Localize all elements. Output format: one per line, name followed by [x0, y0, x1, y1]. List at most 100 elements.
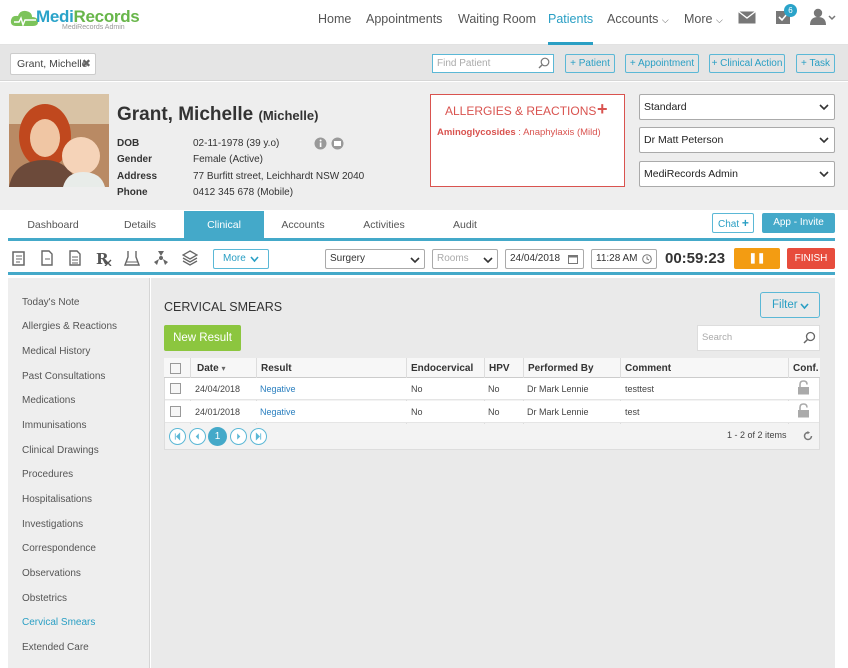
find-patient-placeholder: Find Patient	[437, 58, 491, 69]
dob-label: DOB	[117, 138, 140, 149]
tab-audit[interactable]: Audit	[427, 211, 503, 239]
nav-home[interactable]: Home	[318, 0, 351, 45]
date-picker[interactable]: 24/04/2018	[505, 249, 584, 269]
consult-timer: 00:59:23	[665, 250, 726, 267]
sidebar-item-immunisations[interactable]: Immunisations	[22, 420, 86, 431]
nav-accounts[interactable]: Accounts ⌵	[607, 0, 669, 45]
finish-button[interactable]: FINISH	[787, 248, 835, 269]
nav-patients[interactable]: Patients	[548, 0, 594, 45]
dob-value: 02-11-1978 (39 y.o)	[193, 138, 280, 149]
tab-clinical[interactable]: Clinical	[184, 211, 264, 239]
cell-hpv: No	[488, 384, 500, 394]
cell-endocervical: No	[411, 407, 423, 417]
billing-select[interactable]: Standard	[639, 94, 835, 120]
col-performed-by[interactable]: Performed By	[528, 363, 594, 374]
sidebar-item-medical-history[interactable]: Medical History	[22, 346, 90, 357]
sidebar-item-hospitalisations[interactable]: Hospitalisations	[22, 494, 92, 505]
refresh-icon[interactable]	[803, 431, 813, 441]
col-comment[interactable]: Comment	[625, 363, 671, 374]
radiology-icon[interactable]	[153, 250, 169, 266]
nav-waiting-room[interactable]: Waiting Room	[458, 0, 536, 45]
row-checkbox[interactable]	[170, 383, 181, 394]
patient-preferred-name: (Michelle)	[258, 108, 319, 123]
more-actions-label: More	[223, 253, 246, 264]
stack-icon[interactable]	[182, 250, 198, 266]
app-invite-button[interactable]: App - Invite	[762, 213, 835, 233]
doctor-select[interactable]: Dr Matt Peterson	[639, 127, 835, 153]
nav-more[interactable]: More ⌵	[684, 0, 723, 45]
add-task-button[interactable]: + Task	[796, 54, 835, 73]
close-icon[interactable]: ✖	[82, 54, 91, 74]
filter-button[interactable]: Filter	[760, 292, 820, 318]
chat-button[interactable]: Chat +	[712, 213, 754, 233]
tab-details[interactable]: Details	[102, 211, 178, 239]
add-clinical-action-button[interactable]: + Clinical Action	[709, 54, 785, 73]
sidebar-item-todays-note[interactable]: Today's Note	[22, 297, 80, 308]
notes-icon[interactable]	[11, 250, 27, 266]
cell-result-link[interactable]: Negative	[260, 407, 296, 417]
pathology-icon[interactable]	[124, 250, 140, 266]
row-checkbox[interactable]	[170, 406, 181, 417]
user-select[interactable]: MediRecords Admin	[639, 161, 835, 187]
document-edit-icon[interactable]	[39, 250, 55, 266]
calendar-icon[interactable]	[568, 254, 578, 264]
report-icon[interactable]	[67, 250, 83, 266]
more-actions-button[interactable]: More	[213, 249, 269, 269]
tab-activities[interactable]: Activities	[346, 211, 422, 239]
first-page-icon[interactable]	[169, 428, 186, 445]
sort-desc-icon: ▾	[221, 364, 226, 373]
lock-icon[interactable]	[797, 380, 810, 395]
sidebar-item-procedures[interactable]: Procedures	[22, 469, 73, 480]
next-page-icon[interactable]	[230, 428, 247, 445]
section-title: CERVICAL SMEARS	[164, 300, 283, 314]
tab-dashboard[interactable]: Dashboard	[9, 211, 97, 239]
col-date[interactable]: Date ▾	[197, 363, 225, 374]
sidebar-item-investigations[interactable]: Investigations	[22, 519, 83, 530]
col-endocervical[interactable]: Endocervical	[411, 363, 473, 374]
cell-performed-by: Dr Mark Lennie	[527, 384, 589, 394]
last-page-icon[interactable]	[250, 428, 267, 445]
clock-icon[interactable]	[642, 254, 652, 264]
add-patient-button[interactable]: + Patient	[565, 54, 615, 73]
concession-card-icon[interactable]	[331, 137, 344, 150]
col-result[interactable]: Result	[261, 363, 292, 374]
new-result-button[interactable]: New Result	[164, 325, 241, 351]
sidebar-item-obstetrics[interactable]: Obstetrics	[22, 593, 67, 604]
chevron-down-icon	[250, 256, 259, 263]
pause-button[interactable]: ❚❚	[734, 248, 780, 269]
sidebar-item-clinical-drawings[interactable]: Clinical Drawings	[22, 445, 99, 456]
sidebar-item-correspondence[interactable]: Correspondence	[22, 543, 96, 554]
col-hpv[interactable]: HPV	[489, 363, 510, 374]
page-1-button[interactable]: 1	[208, 427, 227, 446]
grid-search-input[interactable]: Search	[697, 325, 820, 351]
nav-appointments[interactable]: Appointments	[366, 0, 442, 45]
find-patient-input[interactable]: Find Patient	[432, 54, 554, 73]
add-allergy-icon[interactable]: +	[597, 99, 608, 120]
sidebar-item-medications[interactable]: Medications	[22, 395, 75, 406]
sidebar-item-extended-care[interactable]: Extended Care	[22, 642, 89, 653]
select-all-checkbox[interactable]	[170, 363, 181, 374]
lock-icon[interactable]	[797, 403, 810, 418]
cell-result-link[interactable]: Negative	[260, 384, 296, 394]
sidebar-item-cervical-smears[interactable]: Cervical Smears	[22, 617, 95, 628]
time-picker[interactable]: 11:28 AM	[591, 249, 657, 269]
sidebar-item-past-consultations[interactable]: Past Consultations	[22, 371, 105, 382]
chevron-down-icon	[800, 303, 809, 310]
patient-photo[interactable]	[9, 94, 109, 187]
col-conf[interactable]: Conf.	[793, 363, 819, 374]
user-menu-icon[interactable]	[810, 8, 836, 26]
tab-accounts[interactable]: Accounts	[264, 211, 342, 239]
cell-date: 24/01/2018	[195, 407, 241, 417]
location-select[interactable]: Surgery	[325, 249, 425, 269]
sidebar-item-allergies[interactable]: Allergies & Reactions	[22, 321, 117, 332]
allergy-item[interactable]: Aminoglycosides : Anaphylaxis (Mild)	[437, 127, 601, 138]
prescription-icon[interactable]: R	[96, 250, 112, 266]
prev-page-icon[interactable]	[189, 428, 206, 445]
allergy-reaction: Anaphylaxis (Mild)	[523, 127, 601, 138]
mail-icon[interactable]	[738, 11, 756, 24]
add-appointment-button[interactable]: + Appointment	[625, 54, 699, 73]
rooms-select[interactable]: Rooms	[432, 249, 498, 269]
info-icon[interactable]	[314, 137, 327, 150]
sidebar-item-observations[interactable]: Observations	[22, 568, 81, 579]
open-patient-tab[interactable]: Grant, Michelle ✖	[10, 53, 96, 75]
